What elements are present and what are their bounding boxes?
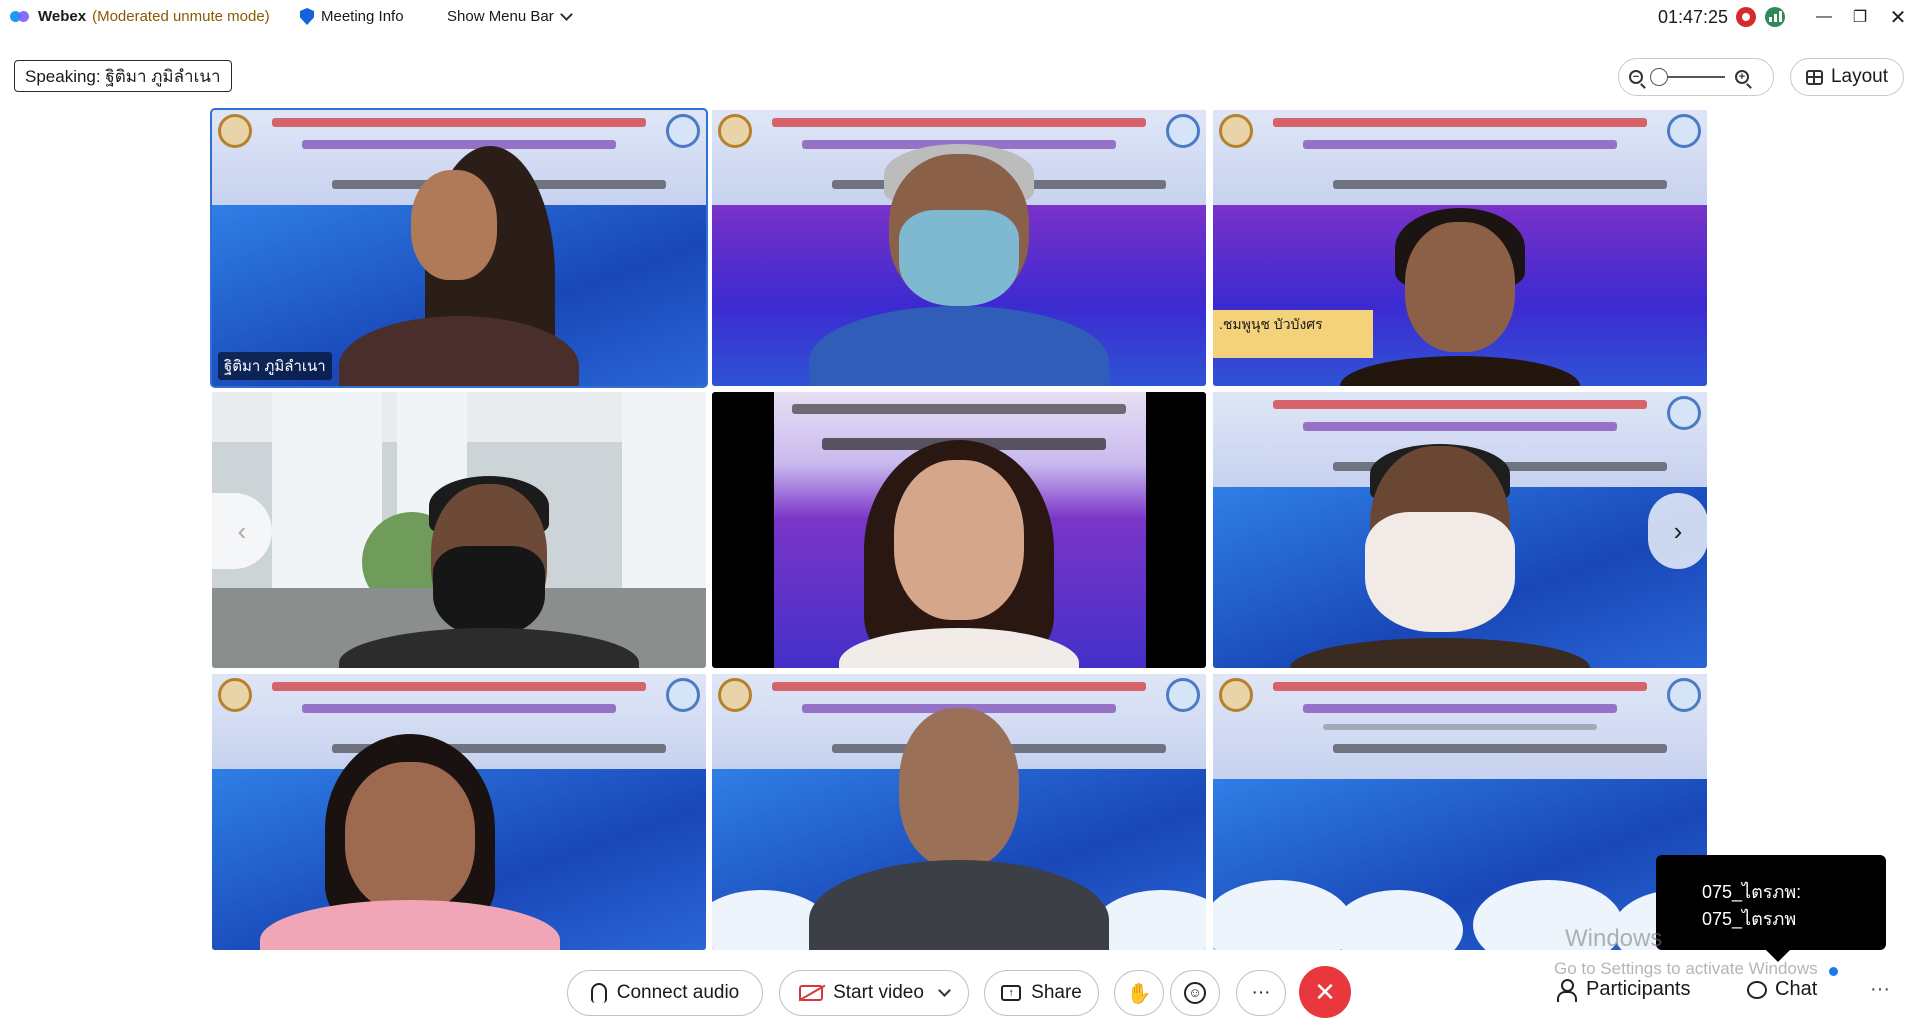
shield-icon (300, 8, 314, 25)
video-tile[interactable]: .ชมพูนุช บัวบังศร (1213, 110, 1707, 386)
next-page-button[interactable]: › (1648, 493, 1708, 569)
headset-icon (590, 983, 607, 1003)
layout-grid-icon (1805, 69, 1823, 85)
meeting-info-label: Meeting Info (321, 8, 404, 25)
participant-video (809, 140, 1109, 386)
share-button[interactable]: ↑ Share (984, 970, 1099, 1016)
participant-video (799, 704, 1119, 950)
video-tile[interactable] (712, 110, 1206, 386)
participant-video (338, 422, 639, 668)
leave-meeting-button[interactable]: ✕ (1299, 966, 1351, 1018)
zoom-control[interactable]: − + (1618, 58, 1774, 96)
participants-icon (1556, 978, 1578, 1002)
show-menu-bar-button[interactable]: Show Menu Bar (447, 7, 573, 25)
participant-video (259, 704, 560, 950)
meeting-info-button[interactable]: Meeting Info (300, 8, 404, 25)
chat-label: Chat (1775, 978, 1818, 1000)
meeting-timer: 01:47:25 (1658, 7, 1729, 27)
minimize-button[interactable]: — (1812, 6, 1836, 28)
video-tile[interactable] (712, 674, 1206, 950)
video-tile[interactable] (712, 392, 1206, 668)
title-bar: Webex (Moderated unmute mode) Meeting In… (0, 0, 1920, 36)
webex-logo-icon (10, 9, 32, 25)
close-icon: ✕ (1314, 976, 1336, 1007)
close-window-button[interactable]: ✕ (1886, 6, 1910, 29)
restore-button[interactable]: ❐ (1848, 6, 1872, 28)
video-tile-active-speaker[interactable]: ฐิติมา ภูมิลำเนา (210, 108, 708, 388)
chat-tooltip: 075_ไตรภพ: 075_ไตรภพ (1656, 855, 1886, 962)
chevron-down-icon[interactable] (938, 984, 951, 997)
participants-button[interactable]: Participants (1556, 978, 1691, 1002)
reactions-button[interactable]: ☺ (1170, 970, 1220, 1016)
video-tile[interactable] (212, 674, 706, 950)
unread-dot (1829, 967, 1838, 976)
participant-video (329, 140, 589, 386)
share-label: Share (1031, 982, 1082, 1003)
participant-video (829, 422, 1089, 668)
video-tile[interactable] (212, 392, 706, 668)
chat-button[interactable]: Chat (1747, 978, 1817, 1001)
participant-video (1290, 422, 1591, 668)
raise-hand-button[interactable]: ✋ (1114, 970, 1164, 1016)
video-tile[interactable] (1213, 674, 1707, 950)
activate-windows-subtitle: Go to Settings to activate Windows (1554, 959, 1818, 978)
activate-windows-title: Windows (1565, 925, 1663, 952)
participant-video (1340, 140, 1580, 386)
participant-caption: .ชมพูนุช บัวบังศร (1213, 310, 1373, 358)
connect-audio-button[interactable]: Connect audio (567, 970, 763, 1016)
start-video-button[interactable]: Start video (779, 970, 969, 1016)
zoom-slider-knob[interactable] (1650, 68, 1668, 86)
app-name: Webex (38, 8, 87, 25)
chevron-down-icon (559, 7, 573, 21)
participant-name-tag: ฐิติมา ภูมิลำเนา (218, 352, 332, 380)
more-options-label: ··· (1251, 982, 1271, 1003)
smiley-icon: ☺ (1184, 982, 1206, 1004)
layout-button[interactable]: Layout (1790, 58, 1904, 96)
meeting-mode: (Moderated unmute mode) (92, 8, 270, 25)
network-stats-icon[interactable] (1765, 7, 1785, 27)
tooltip-sender: 075_ไตรภพ: (1702, 882, 1802, 902)
app-title: Webex (Moderated unmute mode) (10, 8, 270, 25)
zoom-slider[interactable] (1650, 68, 1725, 86)
start-video-label: Start video (833, 982, 924, 1003)
more-options-button[interactable]: ··· (1236, 970, 1286, 1016)
chat-bubble-icon (1747, 980, 1767, 999)
camera-off-icon (799, 985, 824, 1001)
overflow-menu-button[interactable]: ··· (1870, 978, 1890, 1001)
show-menu-bar-label: Show Menu Bar (447, 8, 554, 25)
participants-label: Participants (1586, 978, 1691, 1000)
zoom-in-icon[interactable]: + (1735, 70, 1749, 84)
connect-audio-label: Connect audio (616, 982, 740, 1003)
tooltip-message: 075_ไตรภพ (1702, 909, 1797, 929)
recording-icon[interactable] (1736, 7, 1756, 27)
video-tile[interactable] (1213, 392, 1707, 668)
speaking-indicator: Speaking: ฐิติมา ภูมิลำเนา (14, 60, 232, 92)
hand-icon: ✋ (1126, 982, 1152, 1005)
share-screen-icon: ↑ (1001, 985, 1022, 1001)
zoom-out-icon[interactable]: − (1629, 70, 1643, 84)
layout-label: Layout (1830, 66, 1889, 87)
